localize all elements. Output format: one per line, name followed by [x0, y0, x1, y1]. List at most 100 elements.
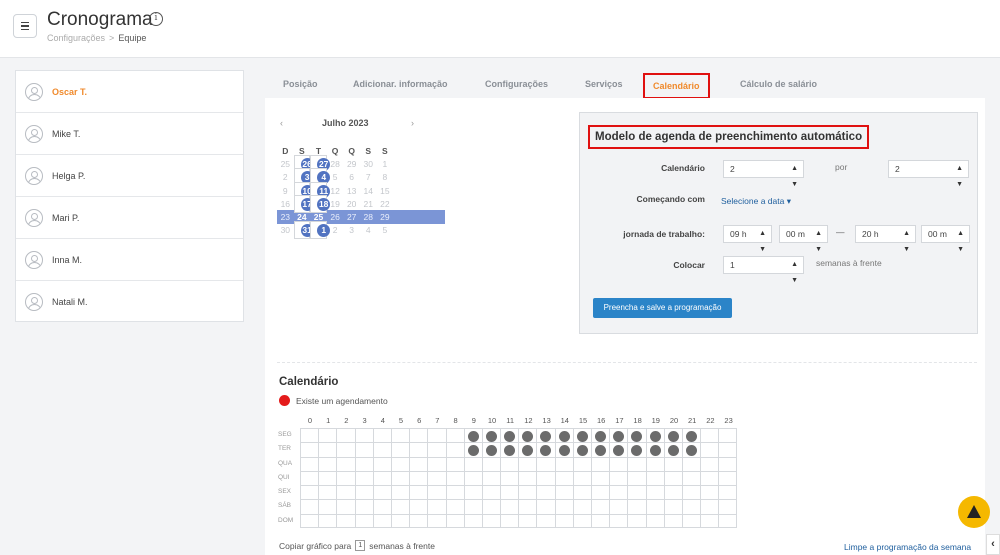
schedule-cell[interactable] [481, 456, 501, 471]
schedule-cell-booked[interactable] [536, 442, 555, 457]
schedule-cell[interactable] [645, 485, 664, 500]
place-weeks-select[interactable]: 1 ▲ ▼ [723, 256, 804, 284]
schedule-cell-booked[interactable] [609, 442, 628, 457]
schedule-cell[interactable] [445, 442, 464, 457]
schedule-cell[interactable] [591, 470, 610, 486]
schedule-cell-booked[interactable] [481, 428, 501, 443]
schedule-cell[interactable] [354, 456, 373, 471]
schedule-cell[interactable] [645, 470, 664, 486]
schedule-cell[interactable] [409, 470, 428, 486]
schedule-cell-booked[interactable] [591, 442, 610, 457]
calendar-day[interactable]: 30 [360, 159, 377, 169]
calendar-day[interactable]: 5 [377, 225, 394, 235]
schedule-cell[interactable] [390, 485, 410, 500]
schedule-cell[interactable] [427, 456, 446, 471]
copy-weeks-input[interactable]: 1 [355, 540, 366, 551]
schedule-cell[interactable] [409, 499, 428, 514]
schedule-cell[interactable] [681, 499, 701, 514]
schedule-cell[interactable] [463, 499, 482, 514]
info-icon[interactable]: i [149, 12, 163, 26]
schedule-cell[interactable] [718, 442, 737, 457]
schedule-cell-booked[interactable] [627, 442, 646, 457]
schedule-cell[interactable] [627, 499, 646, 514]
schedule-cell[interactable] [300, 428, 319, 443]
schedule-cell[interactable] [354, 513, 373, 529]
schedule-cell[interactable] [663, 499, 682, 514]
schedule-cell-booked[interactable] [536, 428, 555, 443]
schedule-cell[interactable] [336, 485, 355, 500]
schedule-cell[interactable] [554, 456, 573, 471]
schedule-cell-booked[interactable] [554, 428, 573, 443]
schedule-cell[interactable] [336, 456, 355, 471]
schedule-cell[interactable] [536, 470, 555, 486]
schedule-cell[interactable] [336, 513, 355, 529]
schedule-cell[interactable] [481, 513, 501, 529]
schedule-cell[interactable] [409, 485, 428, 500]
schedule-cell[interactable] [572, 470, 591, 486]
calendar-day[interactable]: 29 [343, 159, 360, 169]
schedule-cell[interactable] [700, 470, 719, 486]
schedule-cell[interactable] [318, 428, 337, 443]
schedule-cell[interactable] [500, 456, 519, 471]
select-date-link[interactable]: Selecione a data ▾ [721, 196, 791, 207]
schedule-cell[interactable] [390, 513, 410, 529]
schedule-cell[interactable] [409, 513, 428, 529]
schedule-cell-booked[interactable] [554, 442, 573, 457]
schedule-cell[interactable] [390, 428, 410, 443]
schedule-cell[interactable] [372, 485, 391, 500]
calendar-day[interactable]: 5 [327, 172, 344, 182]
schedule-cell[interactable] [427, 442, 446, 457]
schedule-cell-booked[interactable] [463, 442, 482, 457]
calendar-day[interactable]: 26 [327, 212, 344, 222]
schedule-cell[interactable] [336, 470, 355, 486]
schedule-cell[interactable] [681, 485, 701, 500]
schedule-cell[interactable] [336, 428, 355, 443]
schedule-cell[interactable] [572, 499, 591, 514]
schedule-cell[interactable] [609, 499, 628, 514]
schedule-cell[interactable] [572, 456, 591, 471]
schedule-cell[interactable] [500, 513, 519, 529]
calendar-day[interactable]: 16 [277, 199, 294, 209]
schedule-cell[interactable] [336, 442, 355, 457]
staff-item-helga[interactable]: Helga P. [16, 155, 243, 197]
schedule-cell[interactable] [700, 513, 719, 529]
calendar-day[interactable]: 30 [277, 225, 294, 235]
schedule-cell-booked[interactable] [572, 442, 591, 457]
schedule-cell[interactable] [445, 470, 464, 486]
schedule-cell-booked[interactable] [663, 442, 682, 457]
schedule-cell[interactable] [427, 499, 446, 514]
schedule-cell[interactable] [572, 485, 591, 500]
schedule-cell[interactable] [681, 456, 701, 471]
schedule-cell[interactable] [500, 470, 519, 486]
schedule-cell[interactable] [627, 513, 646, 529]
schedule-cell-booked[interactable] [645, 428, 664, 443]
calendar-day[interactable]: 21 [360, 199, 377, 209]
calendar-day[interactable]: 23 [277, 212, 294, 222]
schedule-cell[interactable] [663, 470, 682, 486]
schedule-cell[interactable] [536, 485, 555, 500]
schedule-cell[interactable] [536, 513, 555, 529]
schedule-cell[interactable] [300, 513, 319, 529]
schedule-cell[interactable] [427, 428, 446, 443]
calendar-day[interactable]: 19 [327, 199, 344, 209]
schedule-cell-booked[interactable] [609, 428, 628, 443]
schedule-cell[interactable] [554, 485, 573, 500]
schedule-cell-booked[interactable] [481, 442, 501, 457]
schedule-cell-booked[interactable] [518, 442, 537, 457]
schedule-cell[interactable] [354, 470, 373, 486]
calendar-day-selected[interactable]: 17 [293, 194, 314, 213]
schedule-cell[interactable] [663, 513, 682, 529]
schedule-cell[interactable] [681, 513, 701, 529]
assistant-icon[interactable] [958, 496, 990, 528]
schedule-cell[interactable] [300, 470, 319, 486]
schedule-cell[interactable] [318, 456, 337, 471]
end-hour-select[interactable]: 20 h ▲ ▼ [855, 225, 916, 253]
schedule-cell[interactable] [518, 513, 537, 529]
calendar-day[interactable]: 25 [277, 159, 294, 169]
calendar-day[interactable]: 29 [377, 212, 394, 222]
calendar-day[interactable]: 8 [377, 172, 394, 182]
schedule-cell[interactable] [372, 499, 391, 514]
calendar-day-selected[interactable]: 18 [310, 194, 331, 213]
schedule-cell-booked[interactable] [627, 428, 646, 443]
schedule-cell[interactable] [481, 499, 501, 514]
